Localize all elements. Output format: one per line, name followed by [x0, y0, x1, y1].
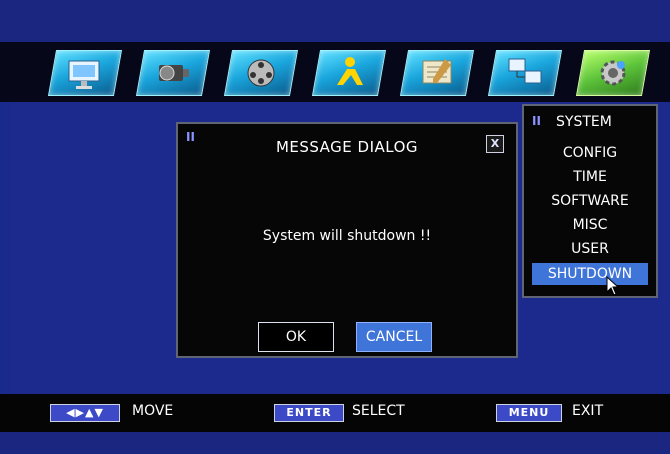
exit-label: EXIT — [572, 403, 604, 419]
arrow-keys-icon: ◀▶▲▼ — [50, 404, 120, 422]
network-computer-icon[interactable] — [487, 50, 563, 96]
system-menu: II SYSTEM CONFIG TIME SOFTWARE MISC USER… — [522, 104, 658, 298]
menu-item-time[interactable]: TIME — [530, 166, 650, 188]
close-icon[interactable]: X — [486, 135, 504, 153]
dialog-title: MESSAGE DIALOG — [275, 138, 419, 156]
message-dialog: II MESSAGE DIALOG X System will shutdown… — [176, 122, 518, 358]
cancel-button[interactable]: CANCEL — [356, 322, 432, 352]
top-strip — [0, 0, 670, 42]
footer-strip — [0, 432, 670, 454]
move-label: MOVE — [132, 403, 174, 419]
select-label: SELECT — [352, 403, 405, 419]
camera-icon[interactable] — [135, 50, 211, 96]
monitor-icon[interactable] — [47, 50, 123, 96]
person-icon[interactable] — [311, 50, 387, 96]
mouse-cursor-icon — [606, 276, 620, 296]
menu-item-misc[interactable]: MISC — [530, 214, 650, 236]
menu-item-shutdown[interactable]: SHUTDOWN — [532, 263, 648, 285]
system-gear-icon[interactable] — [575, 50, 651, 96]
ok-button[interactable]: OK — [258, 322, 334, 352]
enter-key-icon: ENTER — [274, 404, 344, 422]
menu-title: SYSTEM — [556, 114, 612, 130]
menu-key-icon: MENU — [496, 404, 562, 422]
menu-item-user[interactable]: USER — [530, 238, 650, 260]
menu-item-software[interactable]: SOFTWARE — [530, 190, 650, 212]
menu-item-config[interactable]: CONFIG — [530, 142, 650, 164]
dialog-message: System will shutdown !! — [262, 228, 432, 244]
notebook-icon[interactable] — [399, 50, 475, 96]
film-reel-icon[interactable] — [223, 50, 299, 96]
menu-grip: II — [532, 114, 541, 128]
